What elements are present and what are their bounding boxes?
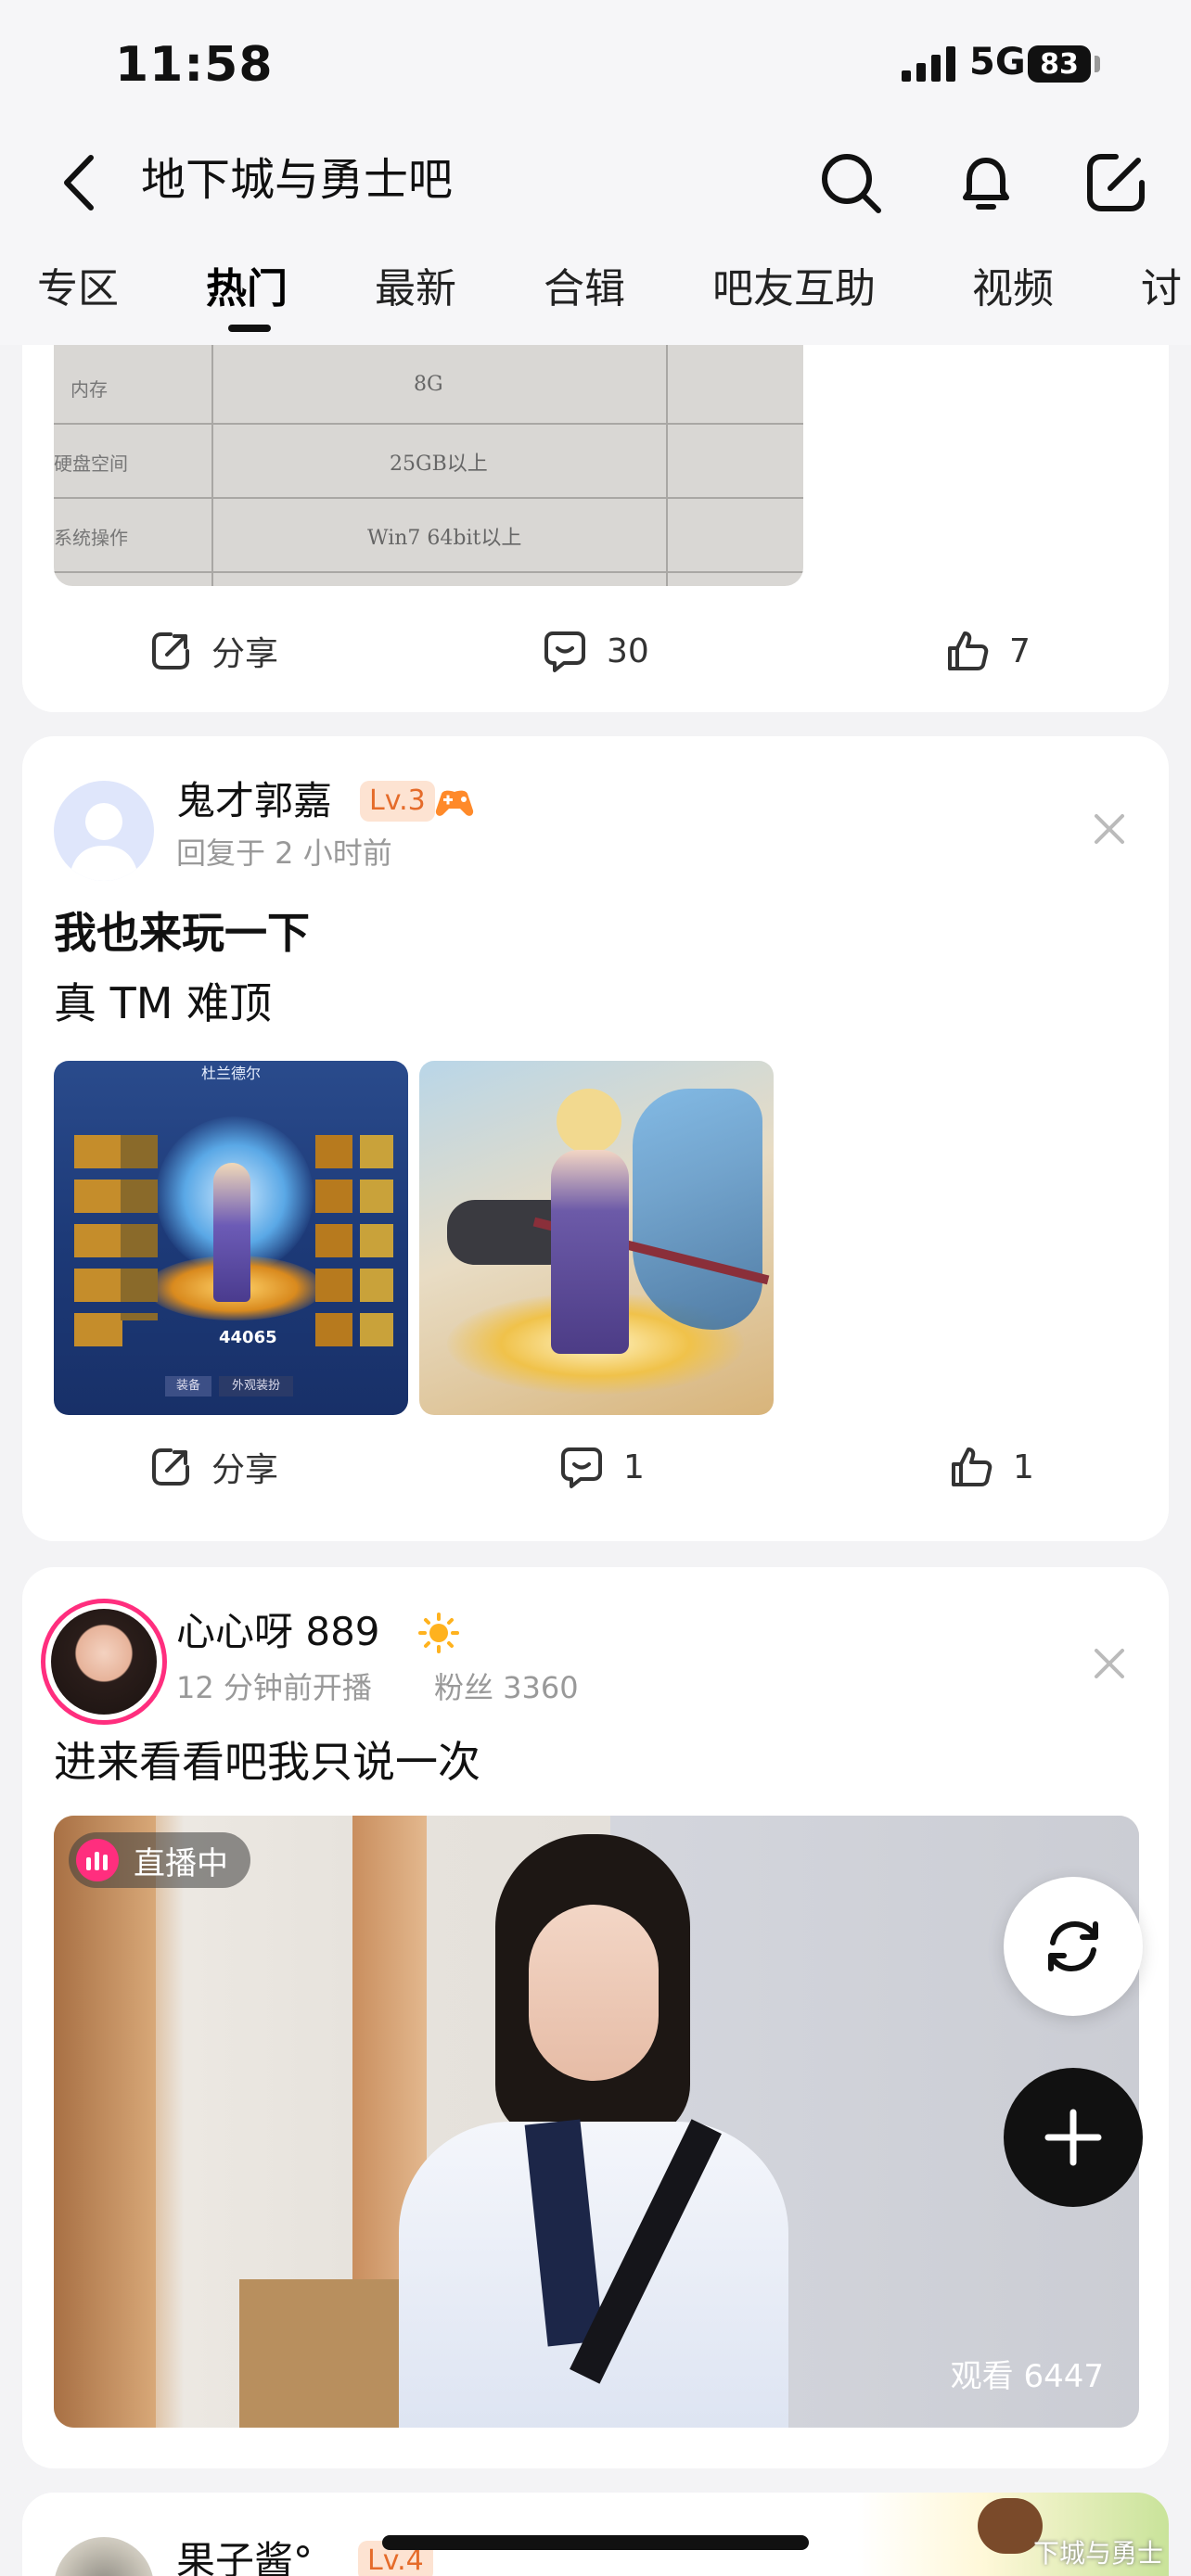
- thumbs-up-icon: [948, 631, 989, 670]
- username[interactable]: 果子酱°: [176, 2535, 313, 2576]
- share-button[interactable]: 分享: [148, 1430, 278, 1504]
- tab-latest[interactable]: 最新: [375, 261, 456, 317]
- category-tabs: 专区 热门 最新 合辑 吧友互助 视频 讨: [0, 252, 1191, 345]
- appearance-tab: 外观装扮: [219, 1376, 293, 1396]
- tab-mutual-help[interactable]: 吧友互助: [712, 261, 876, 317]
- view-count: 观看 6447: [950, 2358, 1104, 2395]
- live-start-time: 12 分钟前开播: [176, 1670, 372, 1705]
- spec-value: 25GB以上: [390, 453, 488, 476]
- refresh-icon: [1048, 1920, 1098, 1972]
- level-badge: Lv.3: [360, 781, 435, 822]
- share-icon: [152, 632, 189, 670]
- like-count: 1: [1013, 1447, 1034, 1486]
- tab-collection[interactable]: 合辑: [544, 261, 625, 317]
- username[interactable]: 鬼才郭嘉: [176, 775, 332, 827]
- comment-button[interactable]: 30: [542, 614, 649, 688]
- decorative-banner: 下城与勇士: [857, 2493, 1169, 2576]
- tab-discussion[interactable]: 讨: [1141, 261, 1182, 317]
- share-icon: [152, 1448, 189, 1486]
- notification-button[interactable]: [944, 141, 1028, 224]
- cell-signal-icon: [902, 46, 955, 82]
- live-label: 直播中: [134, 1844, 228, 1882]
- battery-cap: [1095, 56, 1100, 72]
- sun-badge-icon: [418, 1613, 459, 1653]
- home-indicator: [382, 2535, 809, 2550]
- spec-label: 系统操作: [54, 527, 128, 549]
- username[interactable]: 心心呀 889: [176, 1606, 380, 1658]
- network-type: 5G: [969, 41, 1026, 83]
- avatar[interactable]: [54, 781, 154, 881]
- like-button[interactable]: 7: [944, 614, 1031, 688]
- nav-bar: 地下城与勇士吧: [0, 130, 1191, 234]
- close-icon[interactable]: [1089, 809, 1130, 849]
- spec-label: 硬盘空间: [54, 453, 128, 475]
- bell-icon: [963, 158, 1009, 210]
- avatar[interactable]: [54, 2537, 154, 2576]
- thumbs-up-icon: [952, 1447, 992, 1486]
- fans-count: 粉丝 3360: [434, 1670, 579, 1705]
- post-actions: 分享 1 1: [22, 1430, 1169, 1504]
- refresh-button[interactable]: [1004, 1877, 1143, 2016]
- plus-icon: [1044, 2109, 1102, 2166]
- post-image[interactable]: 杜兰德尔 44065 装备 外观装扮: [54, 1061, 408, 1415]
- tab-hot[interactable]: 热门: [206, 261, 288, 317]
- equipment-slots: [74, 1135, 122, 1348]
- battery-level: 83: [1028, 45, 1091, 83]
- close-icon[interactable]: [1089, 1643, 1130, 1684]
- share-label: 分享: [211, 635, 279, 673]
- like-button[interactable]: 1: [948, 1430, 1034, 1504]
- spec-value: 8G: [414, 373, 443, 396]
- comment-icon: [544, 631, 585, 672]
- tab-video[interactable]: 视频: [972, 261, 1054, 317]
- spec-label: 内存: [70, 378, 108, 401]
- post-meta: 回复于 2 小时前: [176, 835, 392, 871]
- default-avatar-icon: [69, 803, 139, 881]
- forum-title: 地下城与勇士吧: [141, 154, 454, 206]
- spec-table-image[interactable]: 内存 8G 硬盘空间 25GB以上 系统操作 Win7 64bit以上: [54, 334, 803, 586]
- comment-button[interactable]: 1: [558, 1430, 645, 1504]
- post-card[interactable]: 鬼才郭嘉 Lv.3 回复于 2 小时前 我也来玩一下 真 TM 难顶 杜兰德尔 …: [22, 736, 1169, 1541]
- comment-icon: [561, 1447, 602, 1488]
- live-bars-icon: [86, 1852, 108, 1870]
- post-title[interactable]: 进来看看吧我只说一次: [54, 1732, 480, 1792]
- like-count: 7: [1009, 631, 1031, 670]
- post-image[interactable]: [419, 1061, 774, 1415]
- top-bar: 11:58 5G 83 地下城与勇士吧 专区 热门 最新 合辑 吧友互助 视频 …: [0, 0, 1191, 345]
- tab-zone[interactable]: 专区: [37, 261, 119, 317]
- share-label: 分享: [211, 1451, 279, 1489]
- search-icon: [822, 154, 881, 213]
- live-avatar[interactable]: [41, 1599, 167, 1725]
- post-body[interactable]: 真 TM 难顶: [54, 974, 272, 1033]
- tab-active-indicator: [228, 325, 271, 332]
- post-card[interactable]: 果子酱° Lv.4 下城与勇士: [22, 2493, 1169, 2576]
- gamepad-badge-icon: [435, 790, 474, 816]
- image-header: 杜兰德尔: [200, 1065, 261, 1082]
- search-button[interactable]: [809, 141, 892, 224]
- edit-icon: [1087, 154, 1145, 211]
- comment-count: 1: [623, 1447, 645, 1486]
- back-icon[interactable]: [56, 150, 102, 215]
- new-post-button[interactable]: [1004, 2068, 1143, 2207]
- post-actions: 分享 30 7: [22, 614, 1169, 688]
- live-post-card[interactable]: 心心呀 889 12 分钟前开播 粉丝 3360 进来看看吧我只说一次 直播中 …: [22, 1567, 1169, 2468]
- comment-count: 30: [607, 631, 649, 670]
- live-stream-preview[interactable]: 直播中 观看 6447: [54, 1816, 1139, 2428]
- live-badge: 直播中: [69, 1832, 250, 1888]
- share-button[interactable]: 分享: [148, 614, 278, 688]
- status-time: 11:58: [115, 37, 274, 93]
- post-title[interactable]: 我也来玩一下: [54, 903, 310, 963]
- compose-button[interactable]: [1074, 141, 1158, 224]
- equip-tab: 装备: [165, 1376, 211, 1396]
- status-bar: 11:58 5G 83: [0, 0, 1191, 130]
- power-score: 44065: [219, 1328, 277, 1347]
- banner-text: 下城与勇士: [1033, 2538, 1164, 2569]
- spec-value: Win7 64bit以上: [367, 527, 522, 550]
